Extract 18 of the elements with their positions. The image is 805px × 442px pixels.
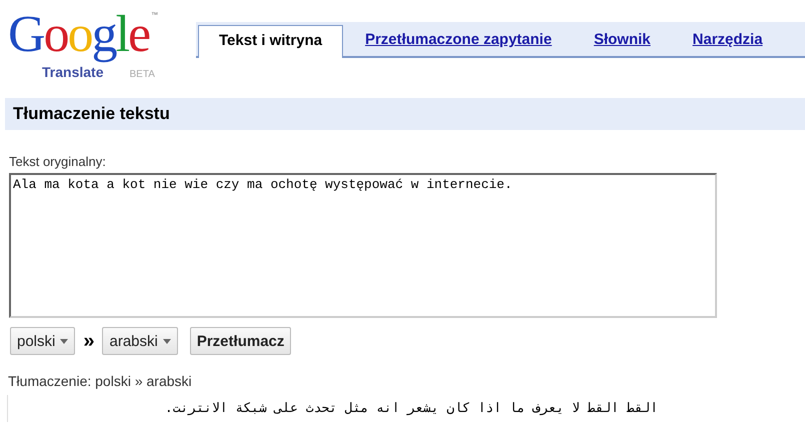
direction-separator: » [83,330,94,352]
source-label: Tekst oryginalny: [9,154,107,169]
tab[interactable]: Słownik [574,25,671,56]
beta-label: BETA [129,69,155,80]
result-label: Tłumaczenie: polski » arabski [8,373,193,389]
product-name: Translate [42,64,104,80]
source-language-dropdown[interactable]: polski [10,327,76,355]
logo-wordmark: Google [8,6,150,64]
section-title: Tłumaczenie tekstu [13,104,170,124]
caret-icon [162,338,171,344]
target-language-dropdown[interactable]: arabski [102,327,178,355]
translate-button[interactable]: Przetłumacz [190,327,292,355]
tab[interactable]: Narzędzia [672,25,783,56]
source-text-field[interactable]: Ala ma kota a kot nie wie czy ma ochotę występować w internecie. [9,173,717,318]
translation-result: القط القط لا يعرف ما اذا كان يشعر انه مثل تحدث على شبكة الانترنت. [7,395,658,422]
tab[interactable]: Tekst i witryna [198,25,344,58]
caret-icon [60,338,68,344]
tab[interactable]: Przetłumaczone zapytanie [345,25,572,56]
